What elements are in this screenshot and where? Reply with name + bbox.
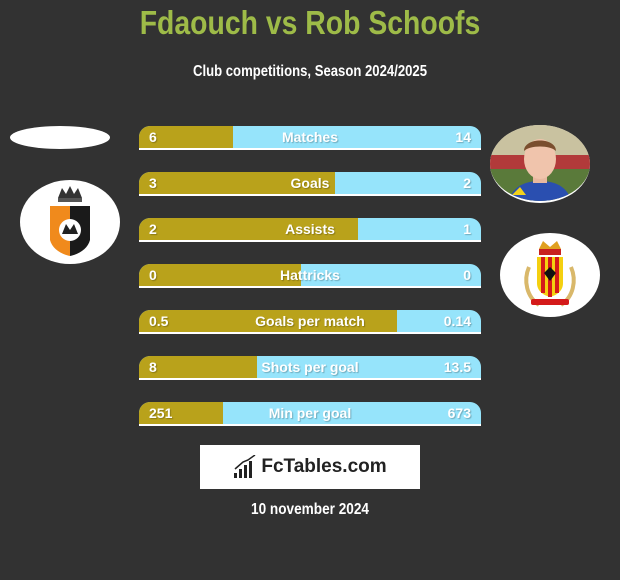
- kv-mechelen-crest-icon: [524, 241, 576, 307]
- right-value: 1: [463, 221, 471, 237]
- right-player-photo: [490, 125, 590, 203]
- deinze-shield-icon: [50, 186, 90, 256]
- report-date: 10 november 2024: [251, 501, 369, 518]
- left-value: 0: [149, 267, 157, 283]
- right-value: 0: [463, 267, 471, 283]
- player-portrait-icon: [490, 125, 590, 201]
- fctables-brand-logo[interactable]: FcTables.com: [200, 445, 420, 489]
- left-value: 0.5: [149, 313, 169, 329]
- stat-row-matches: Matches 6 14: [139, 126, 481, 150]
- right-club-logo: [500, 233, 600, 317]
- stat-row-goals: Goals 3 2: [139, 172, 481, 196]
- brand-name: FcTables.com: [261, 456, 387, 477]
- right-value: 2: [463, 175, 471, 191]
- stat-row-goals-per-match: Goals per match 0.5 0.14: [139, 310, 481, 334]
- page-title: Fdaouch vs Rob Schoofs: [139, 4, 481, 41]
- stat-row-shots-per-goal: Shots per goal 8 13.5: [139, 356, 481, 380]
- stat-row-assists: Assists 2 1: [139, 218, 481, 242]
- stat-label: Min per goal: [268, 405, 352, 421]
- right-value: 0.14: [443, 313, 471, 329]
- stat-label: Assists: [285, 221, 335, 237]
- right-value: 673: [447, 405, 471, 421]
- stat-label: Goals per match: [255, 313, 365, 329]
- left-club-logo: [20, 180, 120, 264]
- left-value: 6: [149, 129, 157, 145]
- stat-row-hattricks: Hattricks 0 0: [139, 264, 481, 288]
- right-value: 13.5: [443, 359, 471, 375]
- season-subtitle: Club competitions, Season 2024/2025: [192, 63, 428, 80]
- left-value: 2: [149, 221, 157, 237]
- left-value: 3: [149, 175, 157, 191]
- left-value: 8: [149, 359, 157, 375]
- stat-label: Matches: [281, 129, 339, 145]
- stats-comparison: Matches 6 14 Goals 3 2 Assists 2 1 Hattr…: [139, 126, 481, 448]
- stat-label: Shots per goal: [261, 359, 359, 375]
- stat-row-min-per-goal: Min per goal 251 673: [139, 402, 481, 426]
- stat-label: Goals: [290, 175, 330, 191]
- right-value: 14: [455, 129, 471, 145]
- bar-chart-icon: [234, 455, 256, 478]
- left-value: 251: [149, 405, 173, 421]
- stat-label: Hattricks: [280, 267, 340, 283]
- left-player-photo-placeholder: [10, 126, 110, 149]
